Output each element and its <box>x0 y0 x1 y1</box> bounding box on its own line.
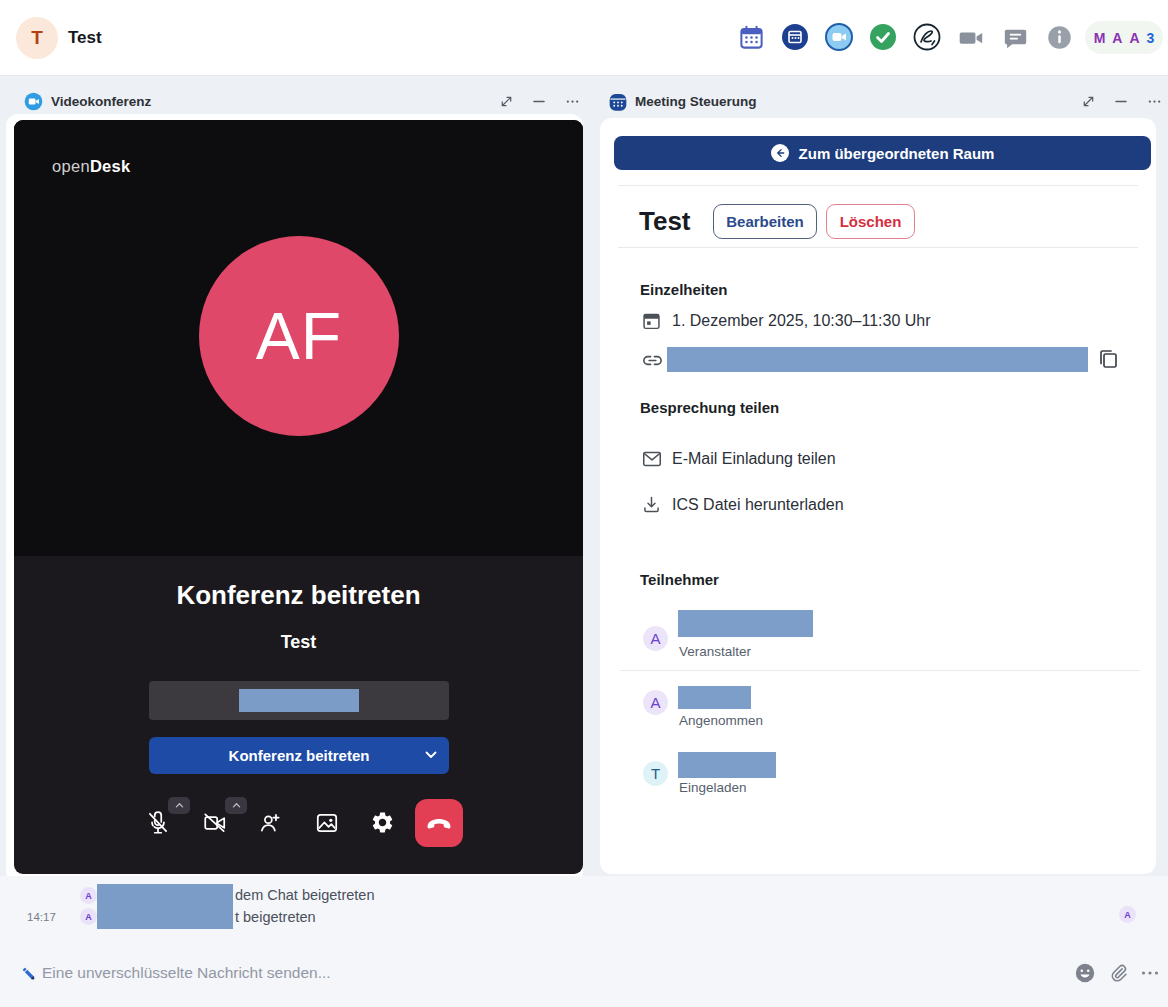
message-timestamp: 14:17 <box>27 911 56 923</box>
more-options-icon[interactable] <box>1145 92 1163 110</box>
meeting-title: Test <box>639 206 691 237</box>
meeting-datetime: 1. Dezember 2025, 10:30–11:30 Uhr <box>672 312 931 330</box>
emoji-icon[interactable] <box>1074 962 1096 988</box>
minimize-icon[interactable] <box>530 92 548 110</box>
message-text: t beigetreten <box>235 909 316 925</box>
delete-button[interactable]: Löschen <box>826 204 915 239</box>
camera-icon[interactable] <box>957 23 985 51</box>
meeting-widget-icon <box>608 92 627 111</box>
background-image-icon[interactable] <box>314 810 340 836</box>
attachment-paperclip-icon[interactable] <box>1107 962 1129 988</box>
participant-name-redacted <box>678 686 751 709</box>
video-conference-frame: openDesk AF Konferenz beitreten Test Kon… <box>14 120 583 874</box>
participant-initials-avatar: AF <box>199 236 399 436</box>
back-button-label: Zum übergeordneten Raum <box>799 145 995 162</box>
meeting-link-redacted <box>667 347 1088 372</box>
video-widget-header: Videokonferenz <box>24 84 151 118</box>
user-avatar[interactable]: T <box>16 17 58 59</box>
divider <box>618 247 1138 248</box>
chat-bubble-icon[interactable] <box>1001 23 1029 51</box>
minimize-icon[interactable] <box>1112 92 1130 110</box>
participant-avatar: A <box>643 626 668 651</box>
message-composer[interactable]: Eine unverschlüsselte Nachricht senden..… <box>42 964 331 982</box>
join-conference-button[interactable]: Konferenz beitreten <box>149 737 449 774</box>
conference-toolbar <box>14 798 583 858</box>
conference-room-name: Test <box>14 632 583 653</box>
share-email-link[interactable]: E-Mail Einladung teilen <box>672 450 836 468</box>
message-sender-avatar: A <box>80 908 97 925</box>
edit-button[interactable]: Bearbeiten <box>713 204 817 239</box>
projects-app-icon[interactable] <box>781 23 809 51</box>
display-name-input[interactable] <box>149 681 449 720</box>
meeting-widget-title: Meeting Steuerung <box>635 94 757 109</box>
divider <box>618 185 1138 186</box>
page-title: Test <box>68 0 102 76</box>
chat-timeline: A A dem Chat beigetreten 14:17 t beigetr… <box>0 876 1168 1007</box>
hangup-button[interactable] <box>415 799 463 847</box>
participant-role: Eingeladen <box>679 780 747 795</box>
video-widget-card: openDesk AF Konferenz beitreten Test Kon… <box>6 114 583 883</box>
participant-name-redacted <box>678 610 813 637</box>
back-to-parent-room-button[interactable]: Zum übergeordneten Raum <box>614 136 1151 170</box>
join-button-label: Konferenz beitreten <box>229 747 370 764</box>
calendar-date-icon <box>641 310 662 335</box>
invite-person-icon[interactable] <box>257 810 283 836</box>
participants-heading: Teilnehmer <box>640 571 719 588</box>
participant-name-redacted <box>678 752 776 778</box>
presence-initial: A <box>1129 30 1139 46</box>
participant-avatar: A <box>643 690 668 715</box>
tasks-app-icon[interactable] <box>869 23 897 51</box>
info-icon[interactable] <box>1045 23 1073 51</box>
unencrypted-pencil-icon <box>21 966 36 985</box>
share-heading: Besprechung teilen <box>640 399 779 416</box>
settings-gear-icon[interactable] <box>370 810 396 836</box>
read-receipt-avatar: A <box>1119 906 1136 923</box>
presence-count: 3 <box>1147 30 1155 46</box>
videoconference-widget-icon <box>24 92 43 111</box>
presence-initial: M <box>1094 30 1106 46</box>
join-conference-title: Konferenz beitreten <box>14 580 583 611</box>
expand-icon[interactable] <box>497 92 515 110</box>
microphone-options-chevron[interactable] <box>168 797 190 814</box>
email-icon <box>641 448 663 474</box>
more-options-icon[interactable] <box>563 92 581 110</box>
arrow-left-icon <box>771 144 789 162</box>
copy-link-icon[interactable] <box>1096 347 1120 371</box>
participant-role: Veranstalter <box>679 644 751 659</box>
chevron-down-icon <box>423 747 439 763</box>
video-widget-title: Videokonferenz <box>51 94 151 109</box>
notes-app-icon[interactable] <box>913 23 941 51</box>
message-sender-avatar: A <box>80 887 97 904</box>
video-app-icon[interactable] <box>825 23 853 51</box>
details-heading: Einzelheiten <box>640 281 728 298</box>
message-text: dem Chat beigetreten <box>235 887 374 903</box>
presence-initial: A <box>1112 30 1122 46</box>
microphone-muted-icon[interactable] <box>145 810 171 836</box>
display-name-value-redacted <box>239 689 359 712</box>
opendesk-logo: openDesk <box>52 157 131 176</box>
participant-role: Angenommen <box>679 713 763 728</box>
divider <box>620 670 1140 671</box>
participant-avatar: T <box>643 761 668 786</box>
download-ics-link[interactable]: ICS Datei herunterladen <box>672 496 844 514</box>
camera-muted-icon[interactable] <box>202 810 228 836</box>
calendar-app-icon[interactable] <box>737 23 765 51</box>
user-avatar-initial: T <box>31 27 43 49</box>
composer-more-icon[interactable] <box>1140 963 1160 987</box>
expand-icon[interactable] <box>1079 92 1097 110</box>
presence-avatars[interactable]: M A A 3 <box>1085 21 1163 54</box>
link-icon <box>641 349 664 376</box>
meeting-widget-header: Meeting Steuerung <box>608 84 757 118</box>
top-bar: T Test M A A 3 <box>0 0 1168 76</box>
message-sender-name-redacted <box>97 884 233 929</box>
download-icon <box>641 494 662 519</box>
hangup-phone-icon <box>424 808 454 838</box>
camera-options-chevron[interactable] <box>225 797 247 814</box>
